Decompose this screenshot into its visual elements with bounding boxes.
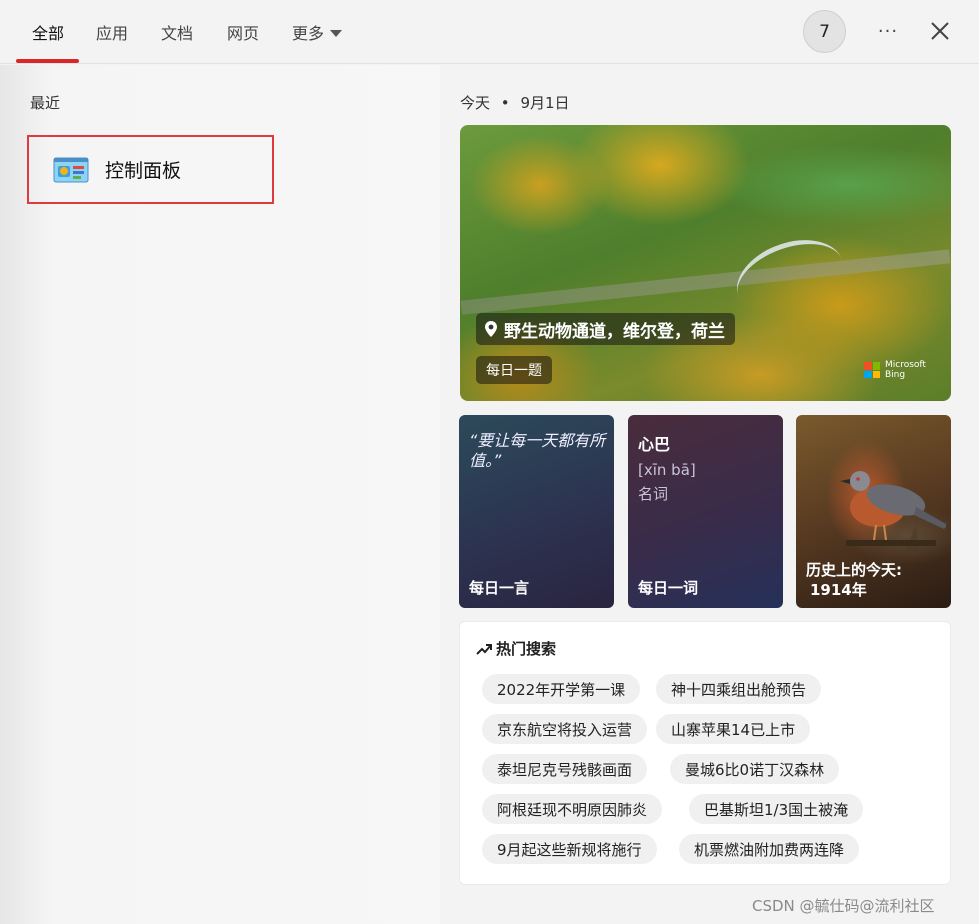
hero-location-text: 野生动物通道，维尔登，荷兰 <box>504 321 725 342</box>
hot-search-chip[interactable]: 神十四乘组出舱预告 <box>656 674 822 704</box>
hero-location-tag[interactable]: 野生动物通道，维尔登，荷兰 <box>476 313 735 345</box>
quote-card-footer: 每日一言 <box>469 579 530 597</box>
tab-web[interactable]: 网页 <box>227 20 259 44</box>
chevron-down-icon <box>330 29 343 37</box>
bing-daily-image-card[interactable]: 野生动物通道，维尔登，荷兰 每日一题 Microsoft Bing <box>460 125 951 401</box>
avatar[interactable]: 7 <box>803 10 846 53</box>
control-panel-icon <box>53 157 89 182</box>
hot-search-chip[interactable]: 9月起这些新规将施行 <box>482 834 657 864</box>
today-date-label: 今天 • 9月1日 <box>460 92 570 113</box>
daily-word-card[interactable]: 心巴 [xīn bā] 名词 每日一词 <box>628 415 783 608</box>
daily-quote-card[interactable]: “要让每一天都有所值。” 每日一言 <box>459 415 614 608</box>
history-today-card[interactable]: 历史上的今天: 1914年 <box>796 415 951 608</box>
recent-item-control-panel[interactable]: 控制面板 <box>27 135 274 204</box>
close-button[interactable] <box>926 17 954 45</box>
today-label: 今天 <box>460 94 491 112</box>
brand-line-1: Microsoft <box>885 360 926 370</box>
top-bar: 全部 应用 文档 网页 更多 7 ··· <box>0 0 979 64</box>
quote-text: “要让每一天都有所值。” <box>469 431 606 470</box>
date-separator: • <box>500 94 510 112</box>
hot-search-chip[interactable]: 泰坦尼克号残骸画面 <box>482 754 648 784</box>
tab-all[interactable]: 全部 <box>32 20 64 44</box>
location-pin-icon <box>485 321 497 337</box>
word-card-footer: 每日一词 <box>638 579 699 597</box>
today-date: 9月1日 <box>520 94 570 112</box>
word-title: 心巴 <box>638 435 671 454</box>
microsoft-bing-logo: Microsoft Bing <box>864 360 926 380</box>
daily-quiz-button[interactable]: 每日一题 <box>476 356 552 384</box>
bing-brand-text: Microsoft Bing <box>885 360 926 380</box>
word-part-of-speech: 名词 <box>638 485 669 503</box>
hot-search-heading: 热门搜索 <box>476 638 556 659</box>
hot-search-chip[interactable]: 2022年开学第一课 <box>482 674 641 704</box>
close-icon <box>931 22 949 40</box>
hot-search-chip[interactable]: 京东航空将投入运营 <box>482 714 648 744</box>
tab-more-label: 更多 <box>292 24 325 43</box>
brand-line-2: Bing <box>885 370 906 380</box>
hot-search-chip[interactable]: 阿根廷现不明原因肺炎 <box>482 794 663 824</box>
hot-search-panel: 热门搜索 2022年开学第一课 神十四乘组出舱预告 京东航空将投入运营 山寨苹果… <box>459 621 951 885</box>
history-card-year: 1914年 <box>810 581 867 599</box>
history-card-title: 历史上的今天: <box>806 561 902 579</box>
recent-item-label: 控制面板 <box>105 160 182 182</box>
tab-apps[interactable]: 应用 <box>96 20 128 44</box>
recent-heading: 最近 <box>30 94 61 112</box>
more-options-button[interactable]: ··· <box>873 14 903 48</box>
tab-more[interactable]: 更多 <box>292 20 343 44</box>
watermark: CSDN @毓仕码@流利社区 <box>752 897 935 915</box>
bird-image <box>840 471 946 555</box>
hot-search-chip[interactable]: 山寨苹果14已上市 <box>656 714 811 744</box>
word-pinyin: [xīn bā] <box>638 461 696 479</box>
hot-search-chip[interactable]: 曼城6比0诺丁汉森林 <box>670 754 840 784</box>
hot-search-chip[interactable]: 巴基斯坦1/3国土被淹 <box>689 794 864 824</box>
active-tab-indicator <box>16 59 79 63</box>
hero-road-shape <box>460 249 951 315</box>
tab-documents[interactable]: 文档 <box>161 20 193 44</box>
hero-bridge-shape <box>726 226 854 330</box>
trending-up-icon <box>476 643 492 655</box>
hot-search-title: 热门搜索 <box>496 640 557 658</box>
hot-search-chip[interactable]: 机票燃油附加费两连降 <box>679 834 860 864</box>
microsoft-logo-icon <box>864 362 880 378</box>
